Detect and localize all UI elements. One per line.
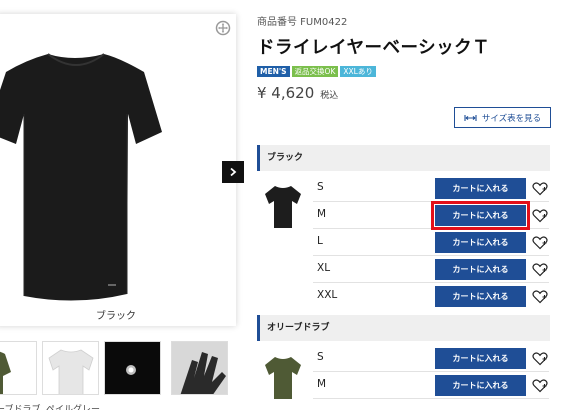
product-tags: MEN'S 返品交換OK XXLあり xyxy=(257,66,376,77)
add-to-cart-button[interactable]: カートに入れる xyxy=(435,259,526,280)
zoom-icon[interactable] xyxy=(215,20,231,36)
size-row: L カートに入れる xyxy=(313,229,549,256)
thumbnail-caption: ペイルグレー xyxy=(46,405,101,410)
size-label: M xyxy=(317,378,327,390)
favorite-heart-icon[interactable] xyxy=(532,262,548,277)
size-label: S xyxy=(317,181,324,193)
size-row: XL カートに入れる xyxy=(313,256,549,283)
thumbnail-fabric-detail[interactable] xyxy=(104,341,161,395)
ruler-arrows-icon xyxy=(464,114,477,121)
thumbnail-olive[interactable] xyxy=(0,341,37,395)
product-gallery: ブラック ーブドラブ ペイルグレー xyxy=(0,0,244,410)
olive-swatch-image xyxy=(263,353,303,401)
tag-xxl: XXLあり xyxy=(340,66,376,77)
size-label: S xyxy=(317,351,324,363)
color-section-olive-drab: オリーブドラブ S カートに入れる M カートに入れる xyxy=(257,315,550,410)
size-row: XXL カートに入れる xyxy=(313,283,549,310)
thumbnail-caption: ーブドラブ xyxy=(0,405,41,410)
favorite-heart-icon[interactable] xyxy=(532,235,548,250)
next-image-button[interactable] xyxy=(222,161,244,183)
main-image-caption: ブラック xyxy=(96,311,136,322)
size-label: XXL xyxy=(317,289,338,301)
add-to-cart-button-highlighted[interactable]: カートに入れる xyxy=(431,201,530,230)
add-to-cart-button[interactable]: カートに入れる xyxy=(435,375,526,396)
tax-label: 税込 xyxy=(320,91,339,101)
add-to-cart-button[interactable]: カートに入れる xyxy=(435,348,526,369)
size-label: M xyxy=(317,208,327,220)
size-chart-label: サイズ表を見る xyxy=(481,113,542,124)
thumbnail-hand-detail[interactable] xyxy=(171,341,228,395)
color-header: オリーブドラブ xyxy=(257,315,550,341)
thumbnail-pale-gray[interactable] xyxy=(42,341,99,395)
color-header: ブラック xyxy=(257,145,550,171)
tag-mens: MEN'S xyxy=(257,66,290,77)
page-title: ドライレイヤーベーシックＴ xyxy=(257,38,491,58)
size-row: S カートに入れる xyxy=(313,175,549,202)
add-to-cart-button[interactable]: カートに入れる xyxy=(435,232,526,253)
black-tshirt-image xyxy=(0,53,162,301)
size-row: M カートに入れる xyxy=(313,372,549,399)
price-value: ¥ 4,620 xyxy=(257,84,315,102)
size-row: S カートに入れる xyxy=(313,345,549,372)
size-chart-button[interactable]: サイズ表を見る xyxy=(454,107,551,128)
favorite-heart-icon[interactable] xyxy=(532,181,548,196)
size-label: L xyxy=(317,235,323,247)
add-to-cart-button[interactable]: カートに入れる xyxy=(435,286,526,307)
color-section-black: ブラック S カートに入れる M カートに入れる L カートに入れる XL カー… xyxy=(257,145,550,312)
favorite-heart-icon[interactable] xyxy=(532,351,548,366)
add-to-cart-button[interactable]: カートに入れる xyxy=(435,178,526,199)
favorite-heart-icon[interactable] xyxy=(532,289,548,304)
tag-return-ok: 返品交換OK xyxy=(291,66,339,77)
size-row: M カートに入れる xyxy=(313,201,549,230)
size-label: XL xyxy=(317,262,331,274)
favorite-heart-icon[interactable] xyxy=(532,378,548,393)
black-swatch-image xyxy=(263,182,303,230)
main-product-image[interactable]: ブラック xyxy=(0,14,236,326)
product-number: 商品番号 FUM0422 xyxy=(257,17,348,28)
price: ¥ 4,620 税込 xyxy=(257,84,338,102)
favorite-heart-icon[interactable] xyxy=(532,208,548,223)
chevron-right-icon xyxy=(230,167,237,177)
